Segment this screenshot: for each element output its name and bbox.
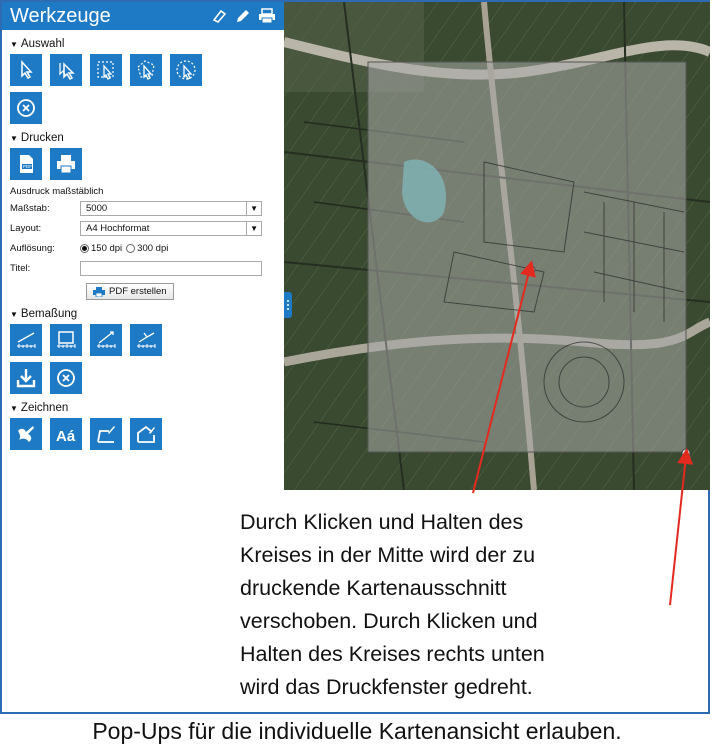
arrow-to-center-handle [472,260,536,494]
caption-line: Halten des Kreises rechts unten [240,642,545,666]
caption-line: verschoben. Durch Klicken und [240,609,538,633]
footer-note: Pop-Ups für die individuelle Kartenansic… [92,718,622,744]
caption-line: wird das Druckfenster gedreht. [240,675,533,699]
caption-line: Kreises in der Mitte wird der zu [240,543,536,567]
caption-line: Durch Klicken und Halten des [240,510,524,534]
caption-line: druckende Kartenausschnitt [240,576,507,600]
caption-text: Durch Klicken und Halten des Kreises in … [240,506,700,704]
